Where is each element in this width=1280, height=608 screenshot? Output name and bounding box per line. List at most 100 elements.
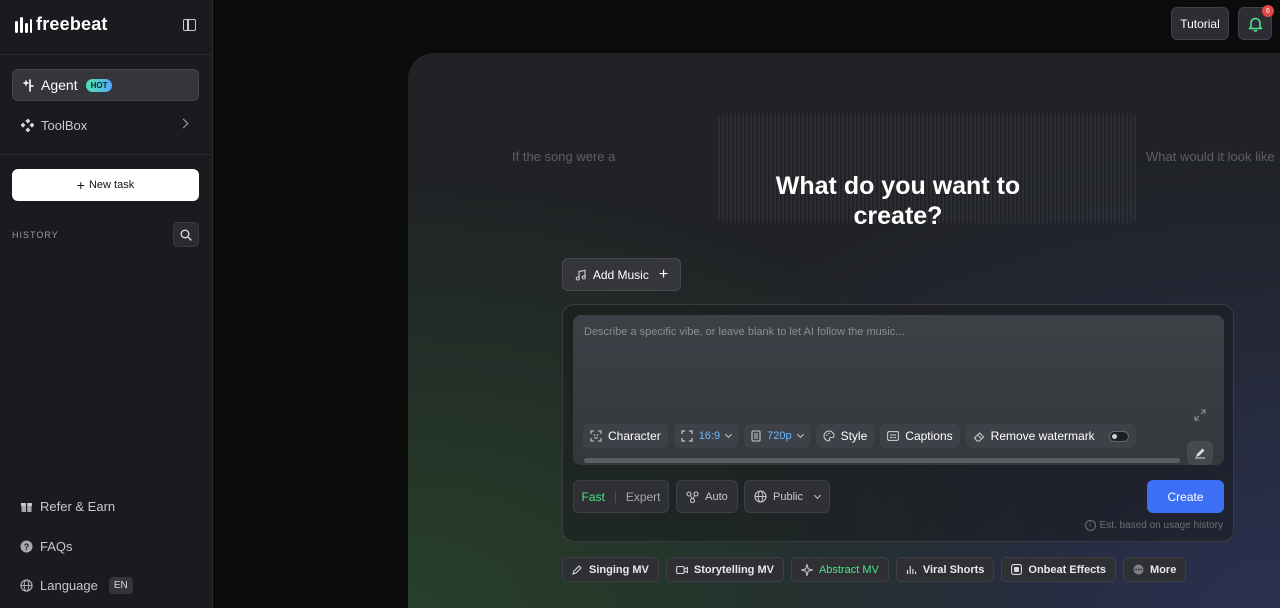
language-code-badge: EN bbox=[108, 577, 133, 594]
dots-icon bbox=[1133, 564, 1144, 575]
bars-icon bbox=[906, 566, 917, 574]
title-line: What do you want to bbox=[775, 172, 1021, 200]
chip-label: More bbox=[1150, 563, 1177, 576]
mode-switch: Fast Expert bbox=[573, 480, 669, 513]
mode-fast-option[interactable]: Fast bbox=[581, 490, 604, 504]
globe-icon bbox=[20, 579, 33, 592]
toolbox-icon bbox=[21, 118, 34, 132]
estimate-note: i Est. based on usage history bbox=[1084, 520, 1223, 531]
chevron-down-icon bbox=[796, 430, 804, 439]
language-selector[interactable]: Language EN bbox=[20, 577, 133, 594]
create-button[interactable]: Create bbox=[1147, 480, 1224, 513]
aspect-ratio-select[interactable]: 16:9 bbox=[673, 424, 739, 448]
divider bbox=[0, 54, 212, 55]
captions-option[interactable]: Captions bbox=[880, 424, 960, 448]
auto-button[interactable]: Auto bbox=[676, 480, 738, 513]
hot-badge: HOT bbox=[85, 78, 113, 92]
app-logo[interactable]: freebeat bbox=[15, 14, 108, 35]
mode-expert-option[interactable]: Expert bbox=[626, 490, 661, 504]
chevron-down-icon bbox=[813, 491, 822, 499]
title-line: create? bbox=[853, 202, 943, 230]
remove-watermark-option[interactable]: Remove watermark bbox=[965, 424, 1136, 448]
resolution-value: 720p bbox=[767, 430, 792, 442]
style-option[interactable]: Style bbox=[815, 424, 875, 448]
svg-text:?: ? bbox=[24, 542, 30, 552]
character-option[interactable]: Character bbox=[583, 424, 668, 448]
notification-count-badge: 6 bbox=[1262, 5, 1274, 17]
create-panel: Describe a specific vibe, or leave blank… bbox=[562, 304, 1234, 542]
sparkle-icon bbox=[800, 563, 813, 576]
sidebar-item-label: ToolBox bbox=[41, 117, 88, 133]
video-icon bbox=[675, 565, 688, 574]
quick-action-onbeat-effects[interactable]: Onbeat Effects bbox=[1001, 557, 1117, 582]
faqs-label: FAQs bbox=[40, 539, 73, 554]
chip-label: Viral Shorts bbox=[922, 563, 985, 576]
main-canvas: If the song were a What would it look li… bbox=[408, 53, 1280, 608]
language-label: Language bbox=[40, 578, 98, 593]
options-scrollbar[interactable] bbox=[584, 458, 1180, 463]
option-label: Captions bbox=[905, 429, 953, 443]
nodes-icon bbox=[686, 490, 699, 503]
sidebar-item-toolbox[interactable]: ToolBox bbox=[12, 109, 199, 141]
globe-icon bbox=[754, 490, 767, 503]
chip-label: Singing MV bbox=[589, 563, 649, 576]
ghost-prompt-right: What would it look like bbox=[1146, 149, 1275, 164]
quick-action-viral-shorts[interactable]: Viral Shorts bbox=[895, 557, 995, 582]
chevron-right-icon bbox=[178, 118, 189, 129]
captions-icon bbox=[887, 431, 900, 441]
help-icon: ? bbox=[20, 540, 33, 553]
crop-frame-icon bbox=[681, 430, 693, 442]
quick-action-storytelling-mv[interactable]: Storytelling MV bbox=[665, 557, 784, 582]
option-label: Character bbox=[608, 429, 661, 443]
app-name: freebeat bbox=[36, 14, 108, 34]
search-icon bbox=[180, 229, 192, 241]
sidebar-toggle-icon[interactable] bbox=[183, 19, 196, 31]
prompt-input[interactable]: Describe a specific vibe, or leave blank… bbox=[573, 315, 1224, 465]
visibility-select[interactable]: Public bbox=[744, 480, 830, 513]
tutorial-button[interactable]: Tutorial bbox=[1171, 7, 1229, 40]
expand-icon[interactable] bbox=[1194, 409, 1206, 421]
freebeat-logo-icon bbox=[15, 16, 32, 33]
resolution-icon bbox=[751, 430, 761, 442]
faqs-link[interactable]: ? FAQs bbox=[20, 539, 73, 554]
quick-action-abstract-mv[interactable]: Abstract MV bbox=[790, 557, 889, 582]
palette-icon bbox=[823, 430, 835, 442]
pencil-icon bbox=[1195, 448, 1205, 459]
plus-icon: + bbox=[76, 177, 85, 193]
sidebar-item-agent[interactable]: Agent HOT bbox=[12, 69, 199, 101]
plus-icon: + bbox=[658, 265, 669, 283]
add-music-label: Add Music bbox=[592, 267, 649, 282]
music-note-icon bbox=[575, 269, 586, 281]
refer-earn-link[interactable]: Refer & Earn bbox=[20, 499, 115, 514]
option-label: Style bbox=[840, 429, 868, 443]
history-search-button[interactable] bbox=[173, 222, 199, 247]
edit-button[interactable] bbox=[1187, 441, 1213, 465]
quick-action-more[interactable]: More bbox=[1123, 557, 1187, 582]
eraser-icon bbox=[973, 432, 984, 442]
chevron-down-icon bbox=[725, 430, 733, 439]
prompt-options-bar: Character 16:9 720p Style Captions Remov… bbox=[583, 419, 1180, 453]
quick-action-singing-mv[interactable]: Singing MV bbox=[562, 557, 659, 582]
new-task-button[interactable]: + New task bbox=[12, 169, 199, 201]
quick-actions: Singing MV Storytelling MV Abstract MV V… bbox=[562, 557, 1187, 582]
estimate-text: Est. based on usage history bbox=[1099, 520, 1223, 531]
sidebar: freebeat Agent HOT ToolBox + New task HI… bbox=[0, 0, 213, 608]
ghost-prompt-left: If the song were a bbox=[512, 149, 616, 164]
watermark-toggle[interactable] bbox=[1108, 430, 1129, 442]
sidebar-item-label: Agent bbox=[41, 77, 78, 93]
visibility-value: Public bbox=[773, 490, 803, 503]
face-scan-icon bbox=[590, 430, 602, 442]
resolution-select[interactable]: 720p bbox=[744, 424, 810, 448]
option-label: Remove watermark bbox=[990, 429, 1095, 443]
auto-label: Auto bbox=[705, 490, 728, 503]
chip-label: Storytelling MV bbox=[693, 563, 774, 576]
chip-label: Abstract MV bbox=[818, 563, 879, 576]
history-heading: HISTORY bbox=[12, 230, 59, 240]
gift-icon bbox=[21, 503, 32, 512]
notifications-button[interactable]: 6 bbox=[1238, 5, 1274, 40]
divider bbox=[0, 154, 212, 155]
add-music-button[interactable]: Add Music + bbox=[562, 258, 681, 291]
pen-icon bbox=[572, 565, 582, 575]
refer-label: Refer & Earn bbox=[40, 499, 116, 514]
page-title: What do you want to create? bbox=[558, 171, 1238, 231]
